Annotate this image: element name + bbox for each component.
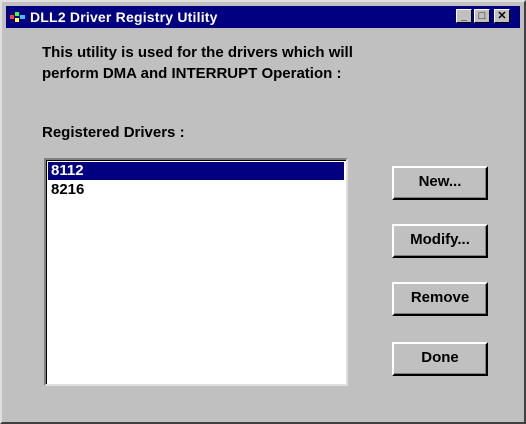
description-line-2: perform DMA and INTERRUPT Operation :	[42, 65, 342, 82]
registered-drivers-label: Registered Drivers :	[42, 124, 185, 141]
description-text: This utility is used for the drivers whi…	[42, 42, 482, 84]
remove-button[interactable]: Remove	[392, 282, 488, 316]
new-button[interactable]: New...	[392, 166, 488, 200]
window-title: DLL2 Driver Registry Utility	[30, 9, 218, 25]
close-button[interactable]: ✕	[494, 9, 510, 23]
done-button[interactable]: Done	[392, 342, 488, 376]
minimize-button[interactable]: _	[456, 9, 472, 23]
maximize-button[interactable]: □	[474, 9, 490, 23]
description-line-1: This utility is used for the drivers whi…	[42, 44, 353, 61]
app-icon	[10, 12, 25, 22]
dialog-window: DLL2 Driver Registry Utility _ □ ✕ This …	[0, 0, 526, 424]
title-bar[interactable]: DLL2 Driver Registry Utility _ □ ✕	[6, 6, 520, 28]
drivers-listbox[interactable]: 8112 8216	[44, 158, 348, 386]
list-item-8112[interactable]: 8112	[48, 162, 344, 180]
list-item-8216[interactable]: 8216	[48, 181, 344, 199]
modify-button[interactable]: Modify...	[392, 224, 488, 258]
